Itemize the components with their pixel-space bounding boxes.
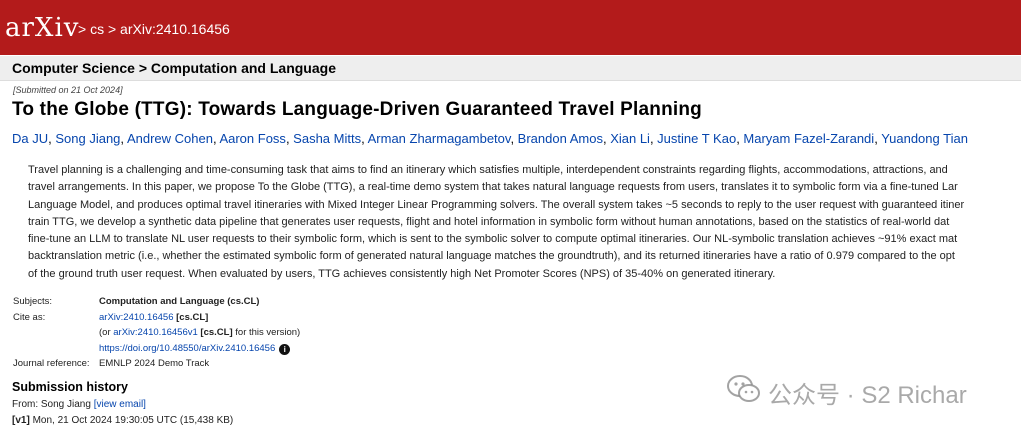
version-date: Mon, 21 Oct 2024 19:30:05 UTC (15,438 KB…: [32, 415, 234, 426]
subjects-value: Computation and Language (cs.CL): [99, 296, 260, 307]
cite-version-suffix: for this version): [235, 327, 301, 338]
submission-date: [Submitted on 21 Oct 2024]: [13, 85, 123, 95]
subject-header-text: Computer Science > Computation and Langu…: [12, 60, 336, 76]
abstract-line: backtranslation metric (i.e., whether th…: [28, 250, 955, 263]
cite-link[interactable]: arXiv:2410.16456: [99, 312, 173, 323]
abstract-line: Language Model, and produces optimal tra…: [28, 198, 965, 211]
version-label[interactable]: [v1]: [12, 415, 30, 426]
author-link[interactable]: Song Jiang: [55, 131, 120, 146]
author-link[interactable]: Aaron Foss: [219, 131, 285, 146]
abstract-line: train TTG, we develop a synthetic data p…: [28, 215, 950, 228]
watermark-text: 公众号 · S2 Richar: [768, 382, 967, 409]
site-header: arXiv > cs > arXiv:2410.16456: [0, 0, 1021, 55]
watermark: 公众号 · S2 Richar: [726, 374, 967, 411]
arxiv-logo[interactable]: arXiv: [5, 13, 79, 43]
abstract-line: fine-tune an LLM to translate NL user re…: [28, 233, 958, 246]
subjects-label: Subjects:: [13, 296, 53, 307]
cite-version-prefix: (or: [99, 327, 111, 338]
journal-value: EMNLP 2024 Demo Track: [99, 358, 210, 369]
abstract-line: Travel planning is a challenging and tim…: [28, 164, 948, 176]
abstract-line: travel arrangements. In this paper, we p…: [28, 181, 958, 194]
author-link[interactable]: Sasha Mitts: [293, 131, 361, 146]
cite-category: [cs.CL]: [176, 311, 209, 323]
view-email-link[interactable]: [view email]: [94, 399, 146, 410]
submission-history-heading: Submission history: [12, 380, 128, 394]
submitter-name: From: Song Jiang: [12, 399, 91, 410]
author-link[interactable]: Andrew Cohen: [127, 131, 213, 146]
paper-title: To the Globe (TTG): Towards Language-Dri…: [12, 99, 702, 120]
cite-version-link[interactable]: arXiv:2410.16456v1: [113, 327, 198, 338]
cite-label: Cite as:: [13, 311, 46, 323]
breadcrumb-paper-id: arXiv:2410.16456: [120, 21, 230, 37]
submitter-line: From: Song Jiang [view email]: [12, 399, 146, 410]
cite-version-category: [cs.CL]: [200, 327, 233, 338]
author-link[interactable]: Yuandong Tian: [881, 131, 968, 146]
author-link[interactable]: Da JU: [12, 131, 48, 146]
author-list: Da JU, Song Jiang, Andrew Cohen, Aaron F…: [12, 131, 968, 146]
author-link[interactable]: Xian Li: [610, 131, 650, 146]
author-link[interactable]: Arman Zharmagambetov: [368, 131, 511, 146]
breadcrumb-separator: >: [78, 21, 87, 37]
subject-header: Computer Science > Computation and Langu…: [0, 56, 1021, 81]
abstract-line: of the ground truth user request. When e…: [28, 267, 776, 280]
info-icon[interactable]: i: [279, 343, 291, 355]
author-link[interactable]: Maryam Fazel-Zarandi: [743, 131, 874, 146]
journal-label: Journal reference:: [13, 358, 90, 369]
doi-link[interactable]: https://doi.org/10.48550/arXiv.2410.1645…: [99, 343, 275, 354]
breadcrumb-cs-link[interactable]: cs: [90, 21, 104, 37]
breadcrumb: > cs > arXiv:2410.16456: [78, 21, 230, 37]
abstract: Travel planning is a challenging and tim…: [28, 162, 1021, 283]
version-entry: [v1] Mon, 21 Oct 2024 19:30:05 UTC (15,4…: [12, 415, 233, 426]
author-link[interactable]: Brandon Amos: [518, 131, 603, 146]
breadcrumb-separator: >: [107, 21, 117, 37]
wechat-icon: [726, 374, 762, 411]
author-link[interactable]: Justine T Kao: [657, 131, 736, 146]
